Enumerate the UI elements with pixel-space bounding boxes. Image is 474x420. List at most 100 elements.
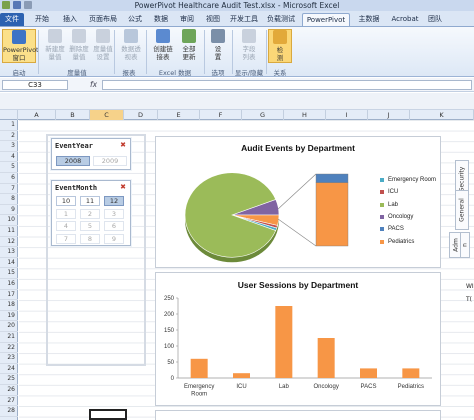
clear-filter-icon[interactable]: ✖ [120, 183, 126, 191]
row-header[interactable]: 21 [0, 332, 18, 343]
tab-powerpivot[interactable]: PowerPivot [302, 13, 350, 26]
detect-button[interactable]: 检 测 [268, 29, 292, 63]
breakout-segment[interactable] [315, 173, 349, 183]
row-header[interactable]: 27 [0, 396, 18, 407]
tab-team[interactable]: 团队 [424, 13, 446, 26]
row-header[interactable]: 19 [0, 311, 18, 322]
settings-button[interactable]: 设 置 [206, 29, 230, 63]
column-header-selected[interactable]: C [90, 110, 124, 120]
row-header[interactable]: 22 [0, 343, 18, 354]
tab-load-test[interactable]: 负载测试 [264, 13, 298, 26]
slicer-item[interactable]: 5 [80, 221, 100, 231]
pivot-table-button[interactable]: 数据透 视表 [116, 29, 146, 63]
update-all-button[interactable]: 全部 更新 [174, 29, 204, 63]
column-header[interactable]: J [368, 110, 410, 120]
tab-file[interactable]: 文件 [0, 13, 24, 26]
shape-box[interactable] [89, 409, 127, 420]
row-header[interactable]: 26 [0, 385, 18, 396]
select-all-corner[interactable] [0, 110, 18, 120]
tab-page-layout[interactable]: 页面布局 [86, 13, 120, 26]
column-header[interactable]: I [326, 110, 368, 120]
row-header[interactable]: 9 [0, 205, 18, 216]
row-header[interactable]: 1 [0, 120, 18, 131]
row-header[interactable]: 25 [0, 374, 18, 385]
bar[interactable] [190, 358, 208, 378]
column-header[interactable]: A [18, 110, 56, 120]
tab-insert[interactable]: 插入 [58, 13, 82, 26]
tab-data[interactable]: 数据 [150, 13, 172, 26]
row-header[interactable]: 20 [0, 321, 18, 332]
slicer-item[interactable]: 2 [80, 208, 100, 219]
column-header[interactable]: D [124, 110, 158, 120]
row-header[interactable]: 7 [0, 184, 18, 195]
tab-master-data[interactable]: 主数据 [354, 13, 384, 26]
side-tab-n[interactable]: n [460, 232, 470, 258]
detect-icon [273, 30, 287, 44]
slicer-event-month[interactable]: EventMonth ✖ 10 11 12 1 2 3 4 5 6 7 8 9 [51, 180, 131, 246]
powerpivot-window-button[interactable]: PowerPivot 窗口 [2, 29, 39, 63]
slicer-item[interactable]: 12 [104, 196, 124, 206]
slicer-item[interactable]: 9 [104, 233, 124, 244]
slicer-event-year[interactable]: EventYear ✖ 2008 2009 [51, 138, 131, 170]
column-header[interactable]: E [158, 110, 200, 120]
slicer-item[interactable]: 4 [56, 221, 76, 231]
row-header[interactable]: 12 [0, 237, 18, 248]
column-header[interactable]: K [410, 110, 474, 120]
chart-panel-partial [155, 410, 441, 420]
bar[interactable] [317, 338, 335, 378]
measure-settings-icon [96, 29, 110, 43]
column-header[interactable]: F [200, 110, 242, 120]
fx-icon[interactable]: fx [90, 80, 97, 89]
row-header[interactable]: 2 [0, 131, 18, 142]
field-list-button[interactable]: 字段 列表 [234, 29, 264, 63]
tab-home[interactable]: 开始 [30, 13, 54, 26]
chart-audit-events[interactable]: Audit Events by Department Emergency Roo… [155, 136, 441, 268]
row-header[interactable]: 4 [0, 152, 18, 163]
row-header[interactable]: 16 [0, 279, 18, 290]
breakout-segment[interactable] [315, 182, 349, 247]
name-box[interactable]: C33 [2, 80, 68, 90]
clear-filter-icon[interactable]: ✖ [120, 141, 126, 149]
chart-user-sessions[interactable]: User Sessions by Department 0 50 100 150 200… [155, 272, 441, 406]
slicer-item[interactable]: 11 [80, 196, 100, 206]
side-tab-general[interactable]: General [455, 190, 469, 230]
y-tick-label: 0 [171, 376, 175, 382]
bar[interactable] [233, 373, 250, 378]
row-header[interactable]: 6 [0, 173, 18, 184]
bar[interactable] [360, 368, 377, 378]
row-header[interactable]: 24 [0, 364, 18, 375]
new-measure-icon [48, 29, 62, 43]
slicer-item[interactable]: 6 [104, 221, 124, 231]
row-header[interactable]: 18 [0, 300, 18, 311]
slicer-item[interactable]: 3 [104, 208, 124, 219]
slicer-item[interactable]: 2009 [93, 156, 127, 166]
tab-developer[interactable]: 开发工具 [228, 13, 260, 26]
row-header[interactable]: 10 [0, 215, 18, 226]
row-header[interactable]: 23 [0, 353, 18, 364]
settings-icon [211, 29, 225, 43]
bar[interactable] [402, 368, 420, 378]
slicer-item[interactable]: 8 [80, 233, 100, 244]
row-header[interactable]: 3 [0, 141, 18, 152]
row-header[interactable]: 13 [0, 247, 18, 258]
row-header[interactable]: 15 [0, 268, 18, 279]
bar[interactable] [275, 306, 293, 378]
slicer-item[interactable]: 7 [56, 233, 76, 244]
row-header[interactable]: 17 [0, 290, 18, 301]
column-header[interactable]: B [56, 110, 90, 120]
column-header[interactable]: H [284, 110, 326, 120]
row-header[interactable]: 5 [0, 162, 18, 173]
tab-view[interactable]: 视图 [202, 13, 224, 26]
formula-input[interactable] [102, 80, 472, 90]
row-header[interactable]: 8 [0, 194, 18, 205]
slicer-item[interactable]: 10 [56, 196, 76, 206]
column-header[interactable]: G [242, 110, 284, 120]
row-header[interactable]: 28 [0, 406, 18, 417]
tab-formulas[interactable]: 公式 [124, 13, 146, 26]
row-header[interactable]: 11 [0, 226, 18, 237]
tab-acrobat[interactable]: Acrobat [388, 13, 422, 26]
slicer-item[interactable]: 2008 [56, 156, 90, 166]
row-header[interactable]: 14 [0, 258, 18, 269]
slicer-item[interactable]: 1 [56, 208, 76, 219]
tab-review[interactable]: 审阅 [176, 13, 198, 26]
